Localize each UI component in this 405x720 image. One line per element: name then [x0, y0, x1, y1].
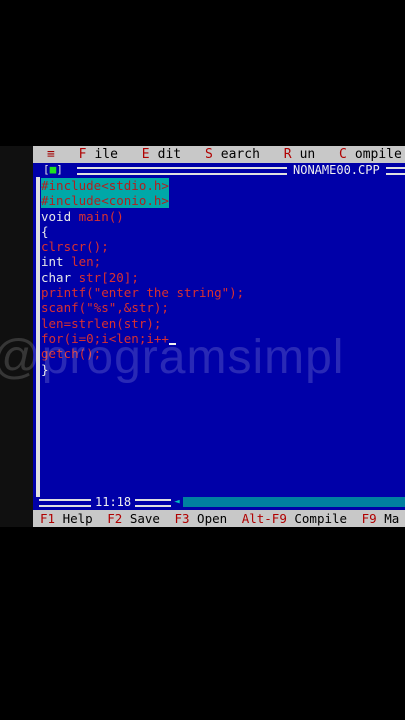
close-box[interactable]: [■] — [41, 163, 65, 177]
fkey-compile[interactable]: Alt-F9 Compile — [242, 510, 347, 527]
fkey-help-label: Help — [55, 511, 93, 526]
fkey-help-key: F1 — [40, 511, 56, 526]
keyword-int: int — [41, 254, 64, 270]
fkey-make-label: Ma — [376, 511, 400, 526]
fkey-compile-key: Alt-F9 — [241, 511, 287, 526]
clrscr-call: clrscr(); — [41, 239, 109, 255]
printf-string: "enter the string" — [93, 285, 230, 301]
str-decl: str[20]; — [71, 269, 139, 285]
menu-compile[interactable]: Compile — [331, 146, 402, 163]
scanf-format: "%s" — [86, 300, 117, 316]
menu-file[interactable]: File — [71, 146, 118, 163]
menu-bar: ≡ File Edit Search Run Compile Debug Pro — [33, 146, 405, 163]
code-line: clrscr(); — [41, 239, 244, 254]
menu-compile-label: ompile — [354, 147, 402, 162]
close-box-end: ] — [56, 163, 63, 176]
watermark: @programsimpl — [0, 331, 345, 384]
close-box-open: [ — [43, 163, 50, 176]
menu-search-label: earch — [220, 147, 260, 162]
code-line: void main() — [41, 209, 244, 224]
fkey-save[interactable]: F2 Save — [107, 510, 160, 527]
code-line: len=strlen(str); — [41, 316, 244, 331]
file-name: NONAME00.CPP — [287, 163, 386, 177]
function-key-bar: F1 Help F2 Save F3 Open Alt-F9 Compile F… — [33, 510, 405, 527]
menu-file-label: ile — [94, 147, 118, 162]
menu-run-hotkey: R — [283, 147, 292, 162]
window-title-bar: [■] NONAME00.CPP — [33, 163, 405, 177]
scroll-left-arrow-icon[interactable]: ◄ — [171, 497, 183, 507]
fkey-save-label: Save — [122, 511, 160, 526]
open-brace: { — [41, 223, 49, 239]
keyword-void: void — [41, 208, 72, 224]
strlen-line: len=strlen(str); — [41, 315, 162, 331]
menu-edit-label: dit — [157, 147, 182, 162]
menu-run[interactable]: Run — [276, 146, 315, 163]
code-line: printf("enter the string"); — [41, 285, 244, 300]
printf-call: printf( — [41, 285, 94, 301]
fkey-open-label: Open — [189, 511, 228, 526]
horizontal-scrollbar[interactable]: ◄ — [171, 497, 405, 507]
menu-search[interactable]: Search — [197, 146, 260, 163]
fkey-help[interactable]: F1 Help — [40, 510, 93, 527]
menu-file-hotkey: F — [78, 147, 87, 162]
fkey-compile-label: Compile — [286, 511, 348, 526]
code-line: scanf("%s",&str); — [41, 300, 244, 315]
menu-edit-hotkey: E — [141, 147, 150, 162]
scanf-call: scanf( — [41, 300, 87, 316]
code-line: { — [41, 224, 244, 239]
fkey-make-key: F9 — [361, 511, 377, 526]
code-line: #include<stdio.h> — [41, 178, 244, 193]
menu-search-hotkey: S — [204, 147, 213, 162]
menu-edit[interactable]: Edit — [134, 146, 181, 163]
fkey-open-key: F3 — [174, 511, 190, 526]
menu-run-label: un — [299, 147, 316, 162]
keyword-char: char — [41, 269, 72, 285]
scanf-end: ,&str); — [116, 300, 169, 316]
include-stdio: #include<stdio.h> — [41, 178, 169, 193]
include-conio: #include<conio.h> — [41, 193, 169, 209]
editor-status-row: 11:18 ◄ — [33, 495, 405, 509]
len-decl: len; — [63, 254, 102, 270]
cursor-position: 11:18 — [91, 495, 136, 509]
code-line: char str[20]; — [41, 270, 244, 285]
code-line: int len; — [41, 254, 244, 269]
fkey-make[interactable]: F9 Ma — [362, 510, 400, 527]
main-decl: main() — [71, 208, 124, 224]
fkey-save-key: F2 — [107, 511, 123, 526]
system-menu-icon[interactable]: ≡ — [47, 146, 55, 163]
fkey-open[interactable]: F3 Open — [174, 510, 227, 527]
printf-end: ); — [229, 285, 245, 301]
code-line: #include<conio.h> — [41, 193, 244, 209]
menu-compile-hotkey: C — [339, 147, 347, 162]
